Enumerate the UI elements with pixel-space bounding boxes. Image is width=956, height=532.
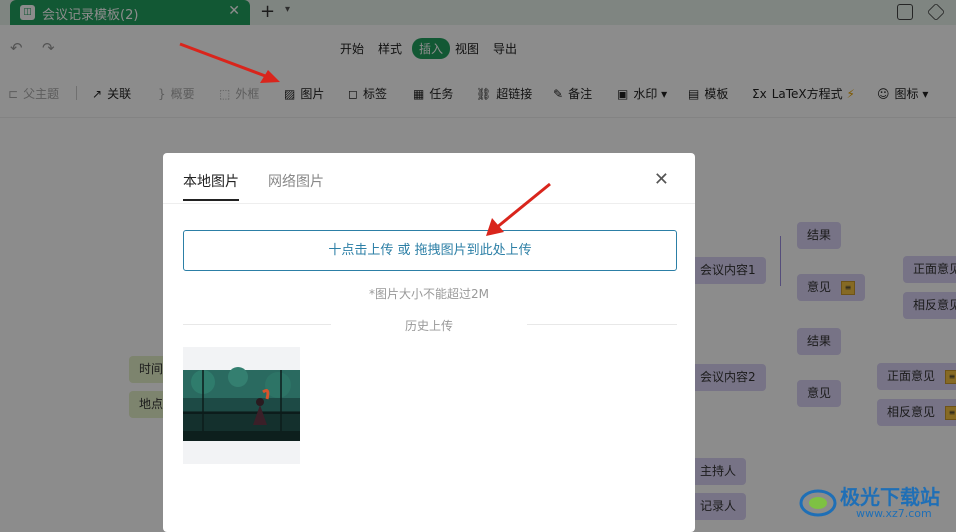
divider <box>163 203 695 204</box>
upload-button[interactable]: 十点击上传 或 拖拽图片到此处上传 <box>183 230 677 271</box>
watermark-url: www.xz7.com <box>856 507 932 520</box>
history-label: 历史上传 <box>404 319 453 333</box>
site-watermark: 极光下载站 www.xz7.com <box>798 479 948 524</box>
history-image <box>183 367 300 441</box>
tab-local-image[interactable]: 本地图片 <box>183 171 239 191</box>
size-hint: *图片大小不能超过2M <box>369 287 489 301</box>
watermark-brand: 极光下载站 <box>840 485 940 509</box>
tab-web-image[interactable]: 网络图片 <box>268 171 324 191</box>
watermark-logo <box>799 489 837 517</box>
history-image-thumbnail[interactable] <box>183 347 300 464</box>
active-tab-indicator <box>183 199 239 201</box>
insert-image-dialog: 本地图片 网络图片 ✕ 十点击上传 或 拖拽图片到此处上传 *图片大小不能超过2… <box>163 153 695 532</box>
close-icon[interactable]: ✕ <box>654 169 669 190</box>
